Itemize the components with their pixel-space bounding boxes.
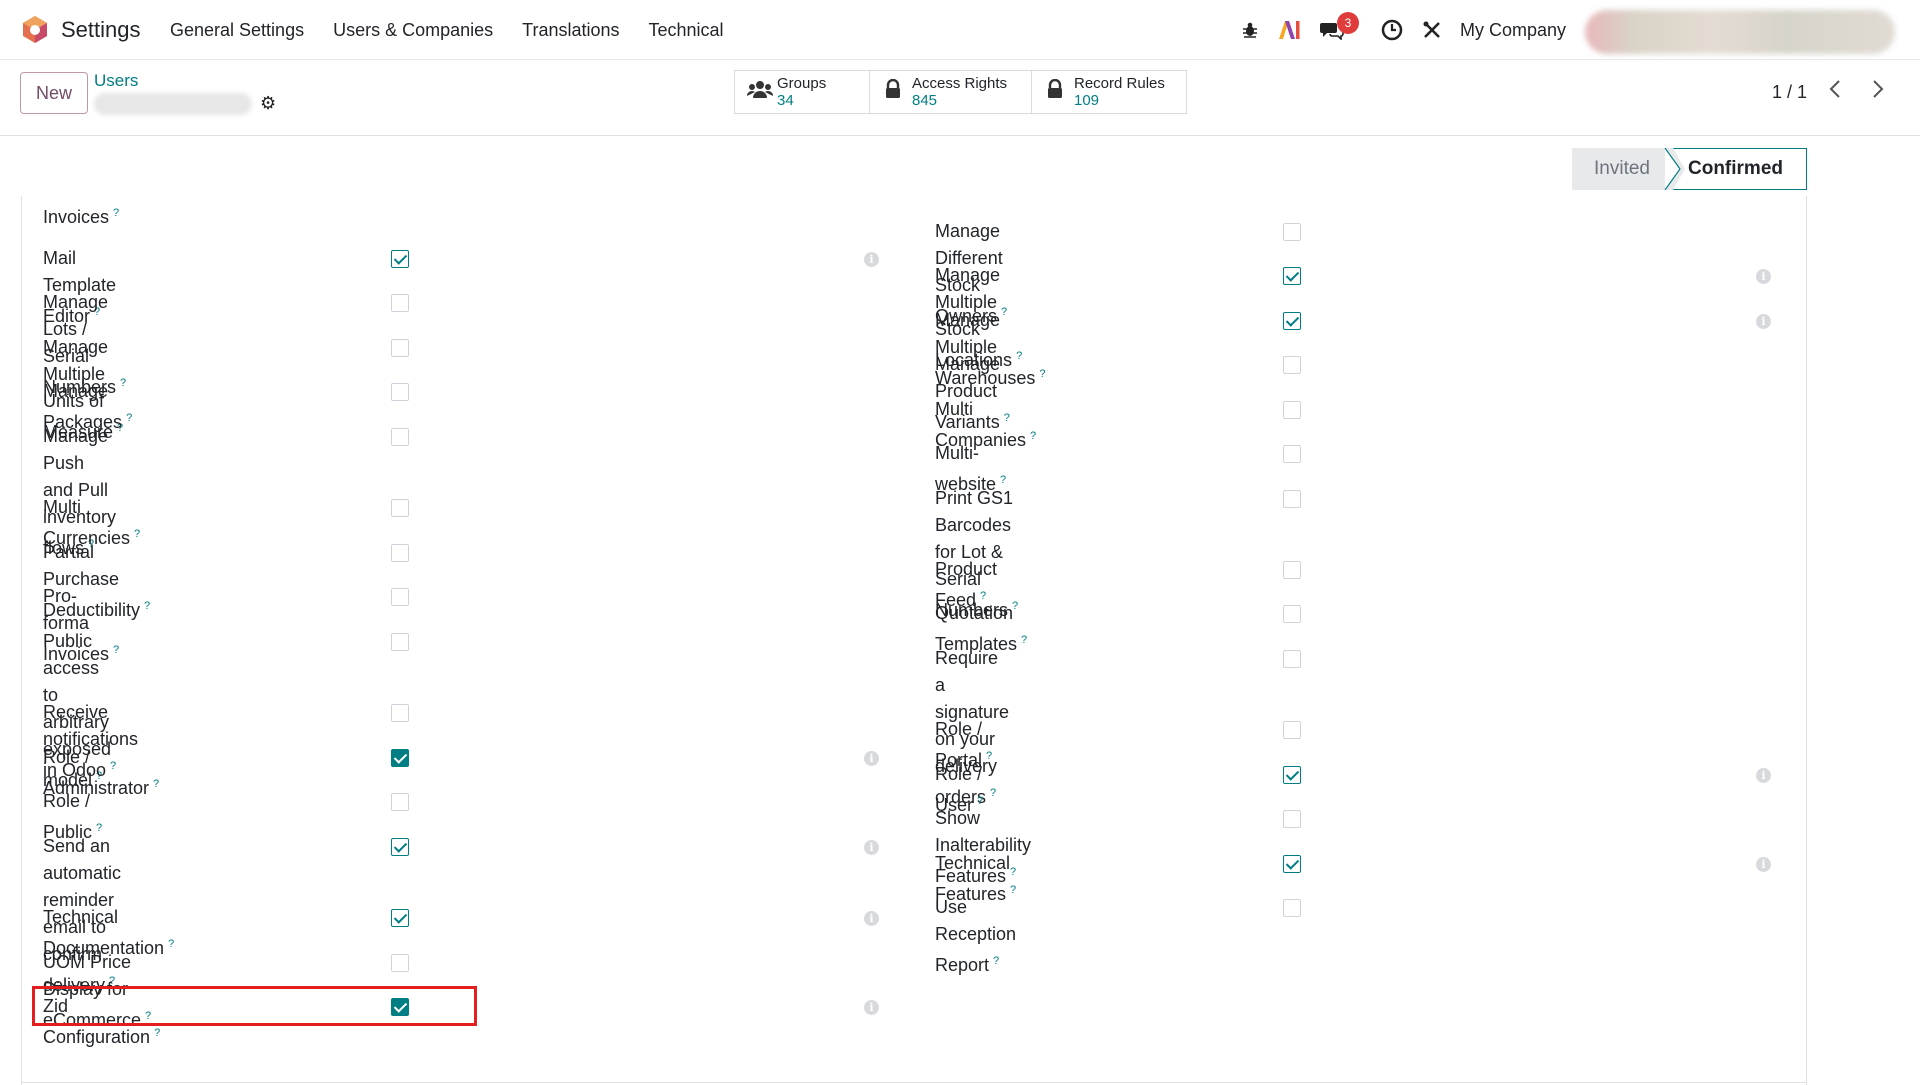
group-checkbox[interactable] <box>391 588 409 606</box>
help-tooltip-icon[interactable]: ? <box>1039 368 1045 380</box>
group-checkbox[interactable] <box>391 793 409 811</box>
group-checkbox[interactable] <box>1283 267 1301 285</box>
group-checkbox[interactable] <box>1283 561 1301 579</box>
info-icon[interactable]: i <box>864 911 879 926</box>
group-checkbox[interactable] <box>391 544 409 562</box>
group-checkbox[interactable] <box>391 294 409 312</box>
menu-translations[interactable]: Translations <box>522 20 619 41</box>
group-checkbox[interactable] <box>1283 223 1301 241</box>
group-checkbox[interactable] <box>391 383 409 401</box>
group-checkbox[interactable] <box>1283 490 1301 508</box>
control-panel-divider <box>0 135 1920 136</box>
group-checkbox[interactable] <box>391 749 409 767</box>
status-invited[interactable]: Invited <box>1572 148 1672 190</box>
group-checkbox[interactable] <box>1283 650 1301 668</box>
help-tooltip-icon[interactable]: ? <box>154 1027 160 1039</box>
groups-label: Groups <box>777 75 827 92</box>
group-checkbox[interactable] <box>1283 356 1301 374</box>
info-icon[interactable]: i <box>1756 314 1771 329</box>
group-checkbox[interactable] <box>1283 899 1301 917</box>
group-checkbox[interactable] <box>391 250 409 268</box>
ai-icon[interactable] <box>1277 18 1301 42</box>
user-avatar-blurred[interactable] <box>1585 10 1895 54</box>
help-tooltip-icon[interactable]: ? <box>1021 634 1027 646</box>
group-checkbox[interactable] <box>1283 605 1301 623</box>
gear-icon[interactable]: ⚙ <box>260 93 276 114</box>
group-checkbox[interactable] <box>391 704 409 722</box>
info-icon[interactable]: i <box>864 751 879 766</box>
menu-technical[interactable]: Technical <box>649 20 724 41</box>
tools-icon[interactable] <box>1420 18 1444 42</box>
group-checkbox[interactable] <box>391 909 409 927</box>
record-rules-label: Record Rules <box>1074 75 1165 92</box>
debug-bug-icon[interactable] <box>1238 18 1262 42</box>
group-checkbox[interactable] <box>1283 766 1301 784</box>
info-icon[interactable]: i <box>864 252 879 267</box>
zid-configuration-highlight <box>32 986 477 1026</box>
field-label-text: Invoices <box>43 207 110 227</box>
menu-users-companies[interactable]: Users & Companies <box>333 20 493 41</box>
new-button[interactable]: New <box>20 72 88 114</box>
access-rights-label: Access Rights <box>912 75 1008 92</box>
sheet-border-bottom <box>21 1082 1807 1083</box>
field-label-text: Use Reception Report <box>935 897 1017 975</box>
access-rights-count: 845 <box>912 92 938 109</box>
users-group-icon <box>747 79 773 105</box>
field-label: Invoices? <box>43 200 119 231</box>
group-checkbox[interactable] <box>391 499 409 517</box>
group-checkbox[interactable] <box>391 428 409 446</box>
sheet-border-left <box>21 196 22 1085</box>
info-icon[interactable]: i <box>864 840 879 855</box>
group-checkbox[interactable] <box>391 954 409 972</box>
odoo-logo-icon[interactable] <box>20 14 50 44</box>
lock-icon <box>1044 78 1066 105</box>
help-tooltip-icon[interactable]: ? <box>986 750 992 762</box>
company-switcher[interactable]: My Company <box>1460 20 1566 41</box>
pager-value[interactable]: 1 / 1 <box>1772 82 1807 103</box>
help-tooltip-icon[interactable]: ? <box>153 778 159 790</box>
group-checkbox[interactable] <box>391 339 409 357</box>
info-icon[interactable]: i <box>1756 857 1771 872</box>
help-tooltip-icon[interactable]: ? <box>113 644 119 656</box>
lock-icon <box>882 78 904 105</box>
info-icon[interactable]: i <box>1756 269 1771 284</box>
help-tooltip-icon[interactable]: ? <box>993 955 999 967</box>
record-rules-count: 109 <box>1074 92 1100 109</box>
sheet-border-right <box>1806 196 1807 1085</box>
help-tooltip-icon[interactable]: ? <box>113 207 119 219</box>
group-checkbox[interactable] <box>391 838 409 856</box>
main-menu: General Settings Users & Companies Trans… <box>170 20 724 41</box>
info-icon[interactable]: i <box>864 1000 879 1015</box>
help-tooltip-icon[interactable]: ? <box>126 412 132 424</box>
field-label: Use Reception Report? <box>935 894 1016 979</box>
app-name[interactable]: Settings <box>61 17 141 43</box>
pager-previous-icon[interactable] <box>1828 78 1842 106</box>
activity-clock-icon[interactable] <box>1380 18 1404 42</box>
help-tooltip-icon[interactable]: ? <box>990 787 996 799</box>
groups-smart-button[interactable]: Groups 34 <box>734 70 870 114</box>
group-checkbox[interactable] <box>1283 401 1301 419</box>
pager-next-icon[interactable] <box>1871 78 1885 106</box>
group-checkbox[interactable] <box>1283 445 1301 463</box>
access-rights-smart-button[interactable]: Access Rights 845 <box>869 70 1032 114</box>
breadcrumb-users[interactable]: Users <box>94 71 138 91</box>
groups-count: 34 <box>777 92 794 109</box>
group-checkbox[interactable] <box>1283 855 1301 873</box>
group-checkbox[interactable] <box>391 633 409 651</box>
group-checkbox[interactable] <box>1283 810 1301 828</box>
status-arrow-separator <box>1663 148 1685 190</box>
group-checkbox[interactable] <box>1283 312 1301 330</box>
record-name-blurred <box>94 93 252 115</box>
help-tooltip-icon[interactable]: ? <box>144 600 150 612</box>
group-checkbox[interactable] <box>1283 721 1301 739</box>
messages-badge: 3 <box>1337 12 1359 34</box>
top-navbar: Settings General Settings Users & Compan… <box>0 0 1920 60</box>
record-rules-smart-button[interactable]: Record Rules 109 <box>1031 70 1187 114</box>
help-tooltip-icon[interactable]: ? <box>1030 430 1036 442</box>
info-icon[interactable]: i <box>1756 768 1771 783</box>
menu-general-settings[interactable]: General Settings <box>170 20 304 41</box>
help-tooltip-icon[interactable]: ? <box>168 938 174 950</box>
